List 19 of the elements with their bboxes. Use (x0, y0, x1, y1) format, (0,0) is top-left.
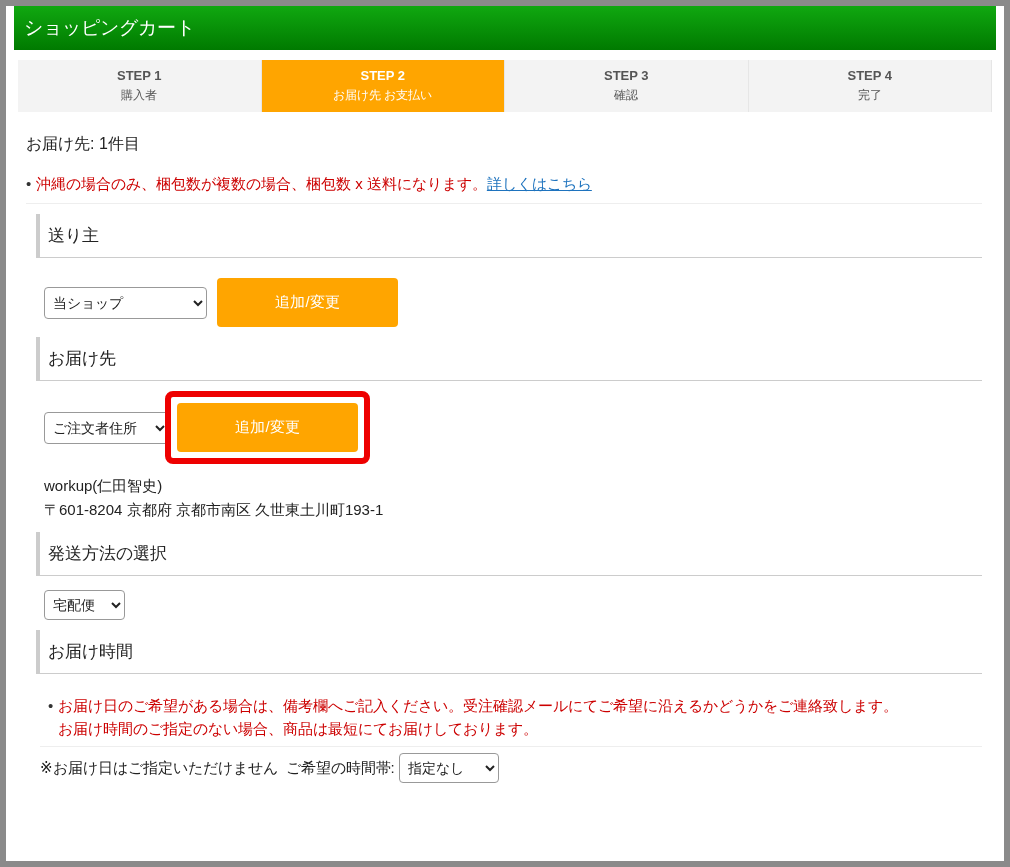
bullet: • (48, 696, 55, 716)
page-heading: お届け先: 1件目 (26, 134, 141, 154)
section-heading: お届け先 (36, 337, 982, 381)
notice-text: 沖縄の場合のみ、梱包数が複数の場合、梱包数 x 送料になります。詳しくはこちら (36, 175, 592, 194)
bullet: • (26, 175, 33, 194)
section-heading: お届け時間 (36, 630, 982, 674)
notice-text: お届け時間のご指定のない場合、商品は最短にてお届けしております。 (58, 719, 539, 739)
date-note: ※お届け日はご指定いただけません (40, 758, 278, 778)
shipping-select[interactable]: 宅配便 (44, 590, 125, 620)
time-label: ご希望の時間帯: (285, 758, 395, 778)
notice-text: お届け日のご希望がある場合は、備考欄へご記入ください。受注確認メールにてご希望に沿えるかどうかをご連絡致します。 (58, 696, 898, 716)
section-heading: 送り主 (36, 214, 982, 258)
time-select[interactable]: 指定なし (398, 753, 499, 783)
section-heading: 発送方法の選択 (36, 532, 982, 576)
page-title: ショッピングカート (24, 16, 195, 40)
recipient-address: 〒601-8204 京都府 京都市南区 久世東土川町193-1 (44, 500, 385, 520)
details-link[interactable]: 詳しくはこちら (486, 175, 592, 192)
recipient-name: workup(仁田智史) (44, 476, 164, 496)
sender-select[interactable]: 当ショップ (44, 286, 207, 319)
